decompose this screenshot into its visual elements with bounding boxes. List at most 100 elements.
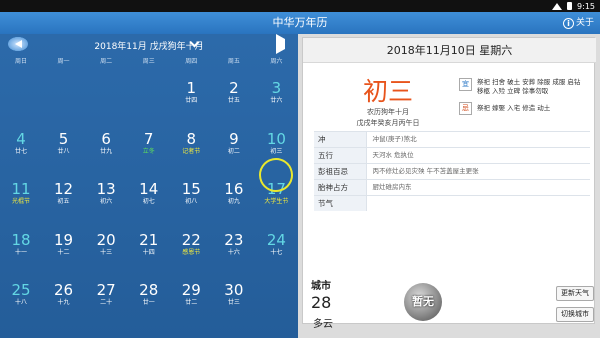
- row-key: 冲: [314, 131, 367, 148]
- about-button[interactable]: i 关于: [562, 12, 594, 34]
- day-cell[interactable]: 18 十一: [0, 230, 42, 257]
- day-number: 29: [181, 281, 201, 299]
- lunar-day: 初三: [362, 77, 413, 106]
- almanac-table: 冲冲鼠(庚子)煞北 五行 天河水 危执位 彭祖百忌 丙不修灶必见灾殃 午不苫盖屋主更张胎…: [314, 131, 590, 211]
- signal-icon: [552, 2, 563, 10]
- day-number: 13: [96, 180, 116, 198]
- day-lunar-label: 廿四: [185, 97, 198, 104]
- day-cell[interactable]: 5 廿八: [43, 129, 85, 156]
- status-bar: 9:15: [0, 0, 600, 12]
- day-number: 14: [139, 180, 159, 198]
- day-lunar-label: 初八: [185, 198, 198, 205]
- day-cell[interactable]: 26 十九: [43, 282, 85, 307]
- day-lunar-label: 记者节: [182, 147, 201, 155]
- selected-date: 2018年11月10日 星期六: [303, 38, 596, 63]
- title-bar: 中华万年历 i 关于: [0, 12, 600, 34]
- day-lunar-label: 光棍节: [11, 198, 30, 205]
- day-number: 9: [229, 129, 239, 148]
- day-cell[interactable]: 6 廿九: [85, 130, 127, 156]
- month-nav: 2018年11月 戊戌狗年十月: [0, 34, 298, 54]
- day-lunar-label: 初五: [57, 198, 70, 205]
- row-key: 五行: [314, 147, 367, 164]
- status-time: 9:15: [577, 1, 595, 11]
- day-cell[interactable]: 13 初六: [85, 181, 127, 206]
- day-cell[interactable]: 19 十二: [43, 231, 85, 257]
- day-number: 2: [229, 79, 239, 97]
- next-month-button[interactable]: [276, 34, 285, 54]
- day-cell[interactable]: 10 初三: [255, 129, 297, 156]
- day-cell[interactable]: 15 初八: [170, 181, 212, 206]
- day-cell[interactable]: 29 廿二: [170, 282, 212, 307]
- switch-city-button[interactable]: 切换城市: [556, 307, 594, 322]
- day-number: 22: [181, 230, 201, 249]
- weekday-label: 周三: [142, 58, 155, 65]
- table-row: 冲冲鼠(庚子)煞北: [314, 131, 590, 148]
- day-number: 1: [186, 79, 197, 97]
- day-number: 27: [96, 281, 116, 299]
- weather-condition: 多云: [313, 319, 333, 330]
- day-cell[interactable]: 21 十四: [128, 230, 170, 257]
- day-lunar-label: 十九: [57, 299, 70, 306]
- weekday-label: 周二: [100, 58, 113, 65]
- day-cell[interactable]: 28 廿一: [128, 282, 170, 307]
- day-lunar-label: 十六: [227, 248, 240, 256]
- day-lunar-label: 廿五: [227, 97, 240, 104]
- day-lunar-label: 初二: [227, 147, 240, 155]
- row-value: [366, 196, 590, 212]
- day-number: 16: [224, 180, 244, 198]
- day-number: 7: [143, 129, 154, 148]
- day-cell[interactable]: 23 十六: [213, 231, 255, 257]
- row-key: 彭祖百忌: [314, 163, 367, 180]
- day-cell[interactable]: 12 初五: [43, 181, 85, 206]
- day-number: 10: [266, 129, 286, 148]
- row-value: 厨灶碓房内东: [372, 183, 412, 191]
- day-cell[interactable]: 4 廿七: [0, 129, 42, 156]
- day-number: 4: [16, 129, 26, 148]
- temperature: 28: [311, 293, 332, 312]
- day-cell[interactable]: 20 十三: [85, 231, 127, 257]
- day-cell[interactable]: 16 初九: [213, 181, 255, 206]
- day-cell[interactable]: 14 初七: [128, 181, 170, 206]
- day-lunar-label: 廿六: [270, 97, 283, 104]
- day-lunar-label: 十七: [270, 248, 283, 256]
- table-row: 五行 天河水 危执位: [314, 147, 590, 164]
- day-cell[interactable]: 7 立冬: [128, 129, 170, 156]
- day-number: 5: [58, 129, 69, 148]
- day-number: 18: [11, 230, 31, 249]
- day-number: 30: [224, 281, 244, 299]
- day-cell[interactable]: 8 记者节: [170, 129, 212, 156]
- row-key: 节气: [314, 195, 367, 211]
- day-lunar-label: 十八: [14, 299, 27, 306]
- row-key: 胎神占方: [314, 179, 367, 196]
- about-label: 关于: [575, 18, 594, 28]
- day-cell[interactable]: 24 十七: [255, 231, 297, 257]
- weekday-header: 周日 周一 周二 周三 周四 周五 周六: [0, 56, 298, 66]
- month-label[interactable]: 2018年11月 戊戌狗年十月: [0, 39, 298, 52]
- info-icon: i: [562, 17, 574, 29]
- day-lunar-label: 廿七: [14, 147, 27, 155]
- day-cell[interactable]: 25 十八: [0, 282, 42, 307]
- table-row: 彭祖百忌 丙不修灶必见灾殃 午不苫盖屋主更张: [314, 163, 590, 180]
- calendar-panel: 2018年11月 戊戌狗年十月 周日 周一 周二 周三 周四 周五 周六 1 廿四 2 廿五 3 廿六…: [0, 34, 298, 338]
- city-name: 城市: [311, 281, 331, 292]
- day-cell[interactable]: 3 廿六: [255, 80, 297, 105]
- day-number: 15: [181, 180, 201, 198]
- day-cell[interactable]: 11 光棍节: [0, 181, 42, 206]
- day-cell[interactable]: 2 廿五: [213, 80, 255, 105]
- weather-section: 城市 28 多云 暂无 更新天气 切换城市: [298, 274, 600, 338]
- day-number: 21: [139, 230, 159, 249]
- day-cell[interactable]: 22 感恩节: [170, 230, 212, 257]
- day-cell[interactable]: 27 二十: [85, 282, 127, 307]
- day-lunar-label: 大学生节: [264, 198, 289, 205]
- weekday-label: 周一: [57, 58, 70, 65]
- day-cell[interactable]: 1 廿四: [170, 80, 212, 105]
- refresh-weather-button[interactable]: 更新天气: [556, 286, 594, 301]
- row-value: 丙不修灶必见灾殃 午不苫盖屋主更张: [372, 167, 479, 175]
- day-cell[interactable]: 9 初二: [213, 129, 255, 156]
- moon-icon: 暂无: [404, 283, 442, 321]
- day-number: 8: [186, 129, 197, 148]
- day-lunar-label: 廿九: [100, 147, 113, 155]
- day-lunar-label: 初六: [100, 198, 113, 205]
- day-cell[interactable]: 30 廿三: [213, 282, 255, 307]
- table-row: 胎神占方 厨灶碓房内东: [314, 179, 590, 196]
